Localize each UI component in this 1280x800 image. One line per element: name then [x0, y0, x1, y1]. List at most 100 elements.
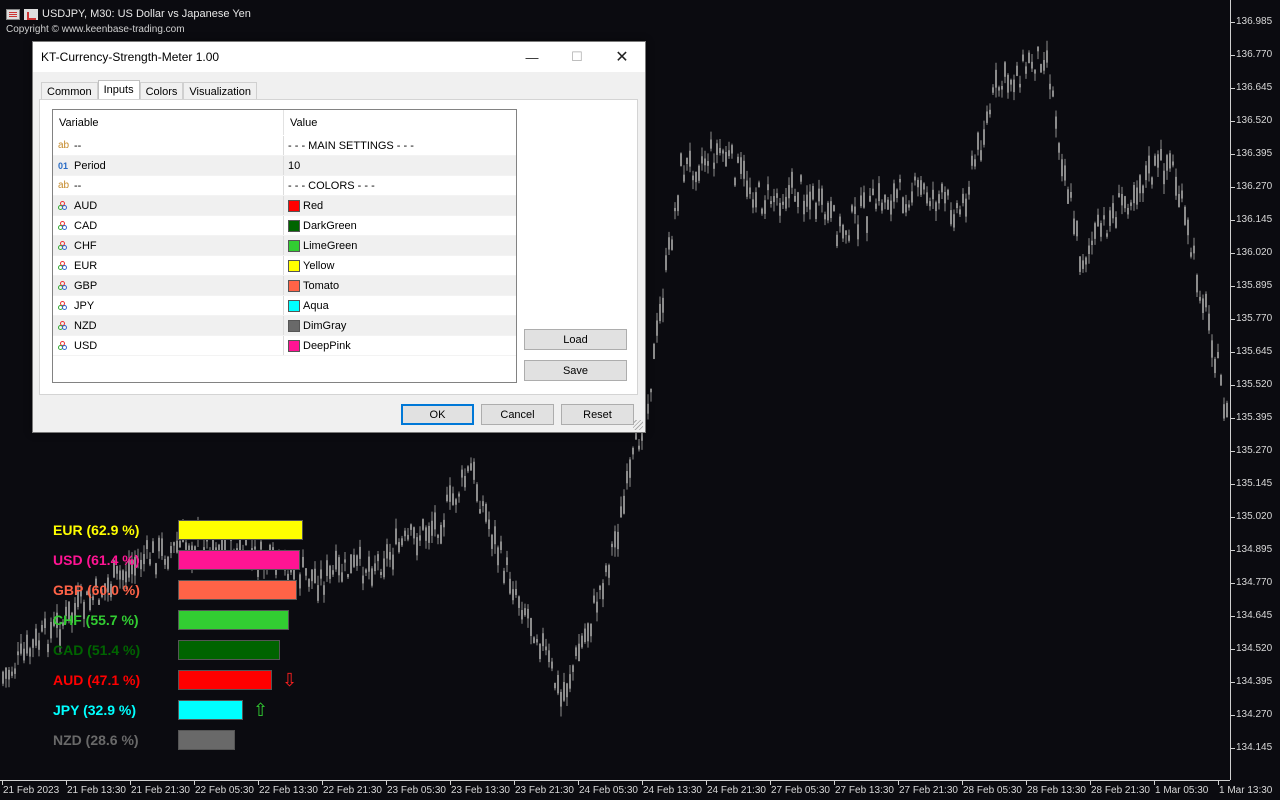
candle-body	[932, 189, 934, 200]
candle-body	[1151, 177, 1153, 185]
time-axis[interactable]: 21 Feb 2023 21 Feb 13:30 21 Feb 21:30 22 Fe…	[0, 780, 1272, 800]
grid-cell-value[interactable]: Tomato	[284, 276, 516, 295]
candle-body	[1022, 54, 1024, 61]
candle-body	[677, 195, 679, 212]
close-button[interactable]: ✕	[599, 42, 645, 72]
column-header-value[interactable]: Value	[284, 110, 317, 135]
meter-bar	[178, 670, 272, 690]
value-text: DimGray	[303, 319, 347, 332]
reset-button[interactable]: Reset	[561, 404, 634, 425]
tab-inputs[interactable]: Inputs	[97, 80, 140, 101]
grid-row[interactable]: 01 Period 10	[53, 156, 516, 176]
candle-body	[302, 556, 304, 568]
color-swatch[interactable]	[288, 199, 300, 212]
grid-cell-value[interactable]: - - - COLORS - - -	[284, 176, 516, 195]
candle-body	[995, 69, 997, 88]
candle-body	[953, 214, 955, 228]
grid-cell-variable: EUR	[53, 256, 284, 275]
grid-cell-value[interactable]: - - - MAIN SETTINGS - - -	[284, 136, 516, 155]
grid-cell-value[interactable]: DarkGreen	[284, 216, 516, 235]
candle-body	[698, 165, 700, 181]
grid-cell-value[interactable]: Yellow	[284, 256, 516, 275]
candle-body	[308, 578, 310, 587]
chart-window-icon[interactable]	[6, 8, 20, 20]
candle-body	[1118, 193, 1120, 198]
color-swatch[interactable]	[288, 259, 300, 272]
candle-body	[848, 235, 850, 241]
color-swatch[interactable]	[288, 279, 300, 292]
grid-row[interactable]: AUD Red	[53, 196, 516, 216]
grid-row[interactable]: ab -- - - - COLORS - - -	[53, 176, 516, 196]
candle-body	[641, 431, 643, 441]
candle-body	[965, 198, 967, 217]
color-swatch[interactable]	[288, 299, 300, 312]
grid-cell-value[interactable]: Aqua	[284, 296, 516, 315]
color-swatch[interactable]	[288, 239, 300, 252]
candle-body	[1106, 233, 1108, 237]
candle-body	[1130, 202, 1132, 206]
candle-body	[1088, 245, 1090, 255]
candle-body	[1097, 214, 1099, 227]
chart-header: USDJPY, M30: US Dollar vs Japanese Yen	[6, 8, 251, 20]
grid-row[interactable]: GBP Tomato	[53, 276, 516, 296]
grid-row[interactable]: CHF LimeGreen	[53, 236, 516, 256]
candle-body	[431, 520, 433, 536]
candle-body	[299, 574, 301, 589]
ok-button[interactable]: OK	[401, 404, 474, 425]
maximize-button[interactable]: ☐	[554, 42, 600, 72]
candle-body	[515, 589, 517, 595]
candle-body	[1112, 203, 1114, 219]
candle-body	[704, 158, 706, 166]
dialog-titlebar[interactable]: KT-Currency-Strength-Meter 1.00 — ☐ ✕	[33, 42, 645, 72]
minimize-button[interactable]: —	[509, 42, 555, 72]
candle-body	[539, 643, 541, 660]
candle-body	[785, 196, 787, 209]
meter-label: EUR (62.9 %)	[53, 522, 140, 538]
price-axis[interactable]: 136.985 136.770 136.645 136.520 136.395 136.2…	[1230, 0, 1280, 780]
candle-body	[437, 534, 439, 538]
candle-body	[1145, 165, 1147, 181]
meter-label: CHF (55.7 %)	[53, 612, 139, 628]
color-type-icon	[58, 200, 73, 211]
candle-body	[776, 193, 778, 198]
candle-body	[1058, 143, 1060, 153]
grid-row[interactable]: ab -- - - - MAIN SETTINGS - - -	[53, 136, 516, 156]
candle-body	[806, 194, 808, 207]
candle-body	[740, 157, 742, 174]
candle-body	[1187, 219, 1189, 236]
arrow-up-icon: ⇧	[253, 700, 269, 720]
grid-row[interactable]: EUR Yellow	[53, 256, 516, 276]
time-tick-label: 24 Feb 05:30	[578, 781, 638, 796]
candle-body	[311, 569, 313, 582]
save-button[interactable]: Save	[524, 360, 627, 381]
color-swatch[interactable]	[288, 219, 300, 232]
resize-grip[interactable]	[633, 420, 643, 430]
grid-row[interactable]: CAD DarkGreen	[53, 216, 516, 236]
grid-cell-variable: ab --	[53, 176, 284, 195]
color-swatch[interactable]	[288, 339, 300, 352]
candle-body	[620, 506, 622, 518]
grid-cell-value[interactable]: DimGray	[284, 316, 516, 335]
grid-cell-value[interactable]: DeepPink	[284, 336, 516, 355]
candle-body	[803, 200, 805, 215]
load-button[interactable]: Load	[524, 329, 627, 350]
color-swatch[interactable]	[288, 319, 300, 332]
column-header-variable[interactable]: Variable	[53, 110, 284, 135]
grid-row[interactable]: USD DeepPink	[53, 336, 516, 356]
time-tick-label: 28 Feb 13:30	[1026, 781, 1086, 796]
candle-body	[119, 570, 121, 580]
candle-body	[650, 388, 652, 393]
grid-cell-value[interactable]: Red	[284, 196, 516, 215]
candle-body	[845, 230, 847, 235]
candle-body	[665, 255, 667, 271]
chart-type-icon[interactable]	[24, 8, 38, 20]
candle-body	[545, 646, 547, 651]
candle-body	[674, 207, 676, 212]
candle-body	[1067, 189, 1069, 204]
grid-row[interactable]: JPY Aqua	[53, 296, 516, 316]
grid-cell-value[interactable]: 10	[284, 156, 516, 175]
meter-bar	[178, 550, 300, 570]
grid-row[interactable]: NZD DimGray	[53, 316, 516, 336]
grid-cell-value[interactable]: LimeGreen	[284, 236, 516, 255]
cancel-button[interactable]: Cancel	[481, 404, 554, 425]
